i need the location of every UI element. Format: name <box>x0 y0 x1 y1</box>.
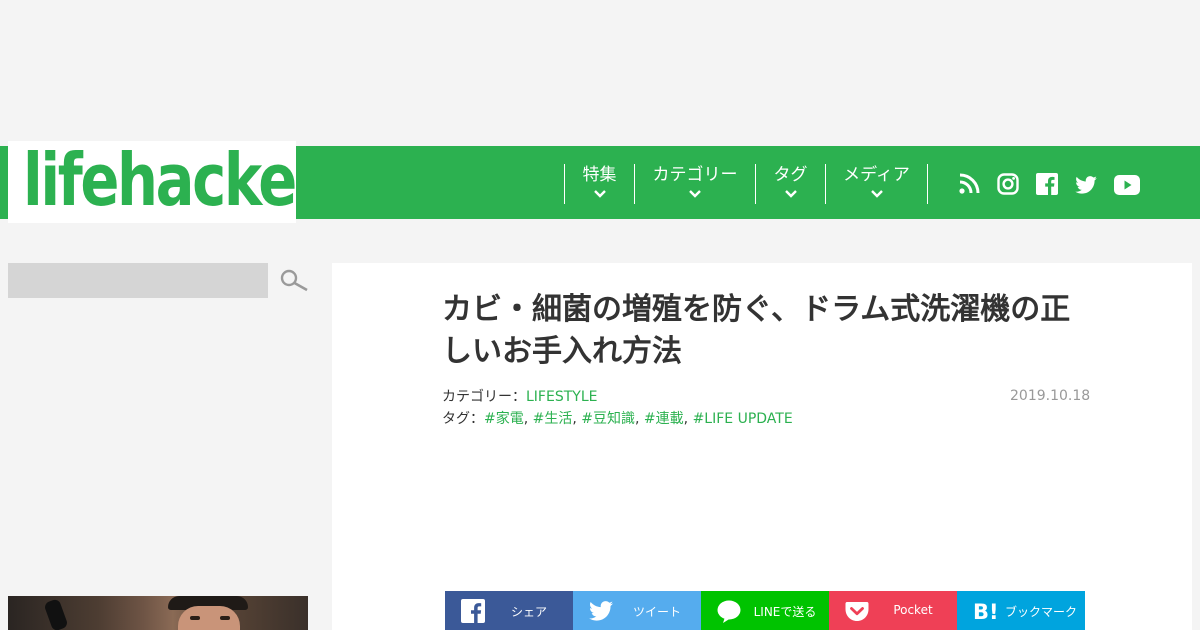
nav-item-media[interactable]: メディア <box>825 164 927 204</box>
search-input[interactable] <box>8 263 268 298</box>
twitter-icon[interactable] <box>1075 176 1097 194</box>
youtube-icon[interactable] <box>1114 175 1140 195</box>
eye-shape <box>190 616 200 620</box>
twitter-icon <box>589 601 613 621</box>
sidebar-thumbnail-image[interactable] <box>8 596 308 630</box>
share-line-button[interactable]: LINEで送る <box>701 591 829 630</box>
share-twitter-button[interactable]: ツイート <box>573 591 701 630</box>
tag-separator: , <box>635 411 644 427</box>
article-tags: タグ：#家電, #生活, #豆知識, #連載, #LIFE UPDATE <box>442 408 793 428</box>
rss-icon[interactable] <box>958 173 980 195</box>
article-category: カテゴリー：LIFESTYLE <box>442 386 597 406</box>
article-title: カビ・細菌の増殖を防ぐ、ドラム式洗濯機の正しいお手入れ方法 <box>442 292 1071 369</box>
chevron-down-icon <box>593 190 606 198</box>
nav-item-label: カテゴリー <box>652 165 738 185</box>
tag-separator: , <box>523 411 533 427</box>
microphone-shape <box>43 598 69 630</box>
search-button[interactable] <box>280 268 310 294</box>
pocket-icon <box>845 602 869 621</box>
tag-link[interactable]: #LIFE UPDATE <box>693 411 793 427</box>
chevron-down-icon <box>784 190 797 198</box>
hatena-bookmark-icon: B! <box>973 600 997 623</box>
face-shape <box>178 606 240 630</box>
tag-separator: , <box>572 411 582 427</box>
eye-shape <box>220 616 230 620</box>
category-label: カテゴリー： <box>442 389 526 405</box>
share-label: シェア <box>510 605 547 619</box>
svg-text:B!: B! <box>973 600 997 623</box>
tag-link[interactable]: #連載 <box>644 411 684 427</box>
share-hatena-button[interactable]: B! ブックマーク <box>957 591 1085 630</box>
chevron-down-icon <box>870 190 883 198</box>
nav-divider <box>927 164 928 204</box>
nav-item-label: メディア <box>843 165 910 185</box>
share-label: ツイート <box>632 605 681 619</box>
share-label: Pocket <box>893 603 933 617</box>
facebook-icon <box>461 599 485 623</box>
share-label: ブックマーク <box>1004 605 1077 619</box>
search-icon <box>280 269 308 292</box>
tag-separator: , <box>683 411 693 427</box>
nav-item-categories[interactable]: カテゴリー <box>634 164 755 204</box>
nav-item-features[interactable]: 特集 <box>564 164 634 204</box>
tag-link[interactable]: #生活 <box>533 411 573 427</box>
share-label: LINEで送る <box>753 605 817 619</box>
facebook-icon[interactable] <box>1036 173 1058 195</box>
logo-edge <box>0 146 8 219</box>
share-pocket-button[interactable]: Pocket <box>829 591 957 630</box>
tag-link[interactable]: #家電 <box>484 411 524 427</box>
category-link[interactable]: LIFESTYLE <box>526 389 597 405</box>
tag-link[interactable]: #豆知識 <box>581 411 635 427</box>
chevron-down-icon <box>689 190 701 198</box>
tags-label: タグ： <box>442 411 484 427</box>
share-facebook-button[interactable]: シェア <box>445 591 573 630</box>
line-icon <box>717 600 741 623</box>
nav-item-tags[interactable]: タグ <box>755 164 825 204</box>
publish-date: 2019.10.18 <box>1010 388 1091 404</box>
nav-item-label: タグ <box>773 165 808 185</box>
nav-item-label: 特集 <box>582 165 617 185</box>
instagram-icon[interactable] <box>997 173 1019 195</box>
site-logo[interactable]: lifehacker <box>23 132 323 228</box>
